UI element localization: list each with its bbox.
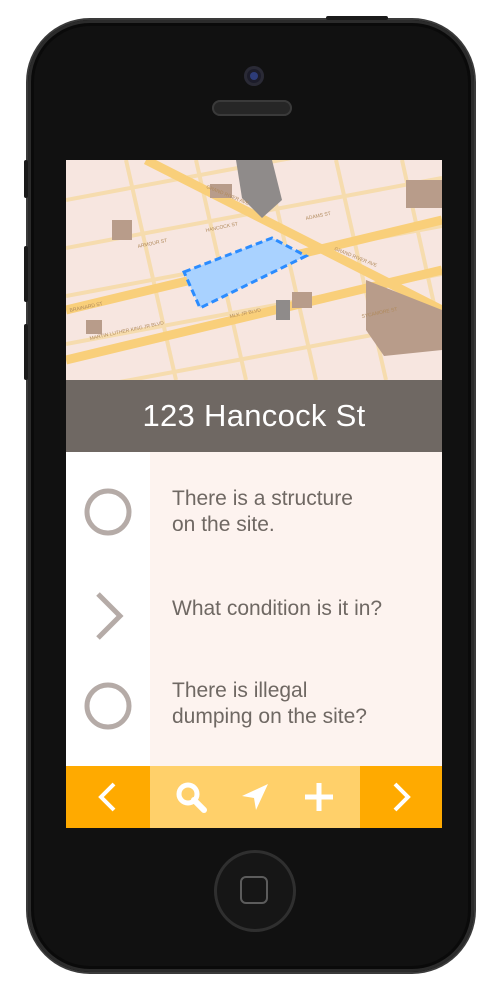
chevron-right-icon	[96, 592, 124, 640]
front-camera	[244, 66, 264, 86]
question-line: dumping on the site?	[172, 705, 367, 728]
question-text: There is illegal dumping on the site?	[172, 678, 412, 730]
home-square-icon	[240, 876, 268, 904]
bottom-toolbar	[66, 766, 442, 828]
power-button	[326, 16, 388, 20]
chevron-left-icon	[98, 782, 116, 812]
previous-button[interactable]	[66, 766, 150, 828]
question-row-dumping[interactable]: There is illegal dumping on the site?	[66, 652, 442, 756]
question-line: What condition is it in?	[172, 597, 383, 620]
search-icon	[176, 782, 207, 813]
circle-icon[interactable]	[80, 484, 136, 540]
parcel-map[interactable]: GRAND RIVER AVE ARMOUR ST BRAINARD ST MA…	[66, 160, 442, 380]
mute-switch	[24, 160, 28, 198]
question-line: There is illegal	[172, 679, 308, 702]
location-arrow-icon	[242, 784, 268, 810]
question-line: on the site.	[172, 513, 275, 536]
question-row-condition[interactable]: What condition is it in?	[66, 562, 442, 666]
question-line: There is a structure	[172, 487, 353, 510]
question-row-structure[interactable]: There is a structure on the site.	[66, 458, 442, 562]
app-screen: GRAND RIVER AVE ARMOUR ST BRAINARD ST MA…	[66, 160, 442, 828]
volume-up-button	[24, 246, 28, 302]
address-title: 123 Hancock St	[66, 380, 442, 452]
tool-group	[150, 766, 360, 828]
earpiece-speaker	[212, 100, 292, 116]
volume-down-button	[24, 324, 28, 380]
next-button[interactable]	[360, 766, 442, 828]
home-button[interactable]	[214, 850, 296, 932]
add-button[interactable]	[294, 774, 344, 820]
search-button[interactable]	[166, 774, 216, 820]
question-text: There is a structure on the site.	[172, 486, 412, 538]
chevron-right-icon	[393, 782, 411, 812]
circle-icon[interactable]	[80, 678, 136, 734]
plus-icon	[305, 783, 333, 811]
locate-button[interactable]	[230, 774, 280, 820]
question-list: There is a structure on the site. What c…	[66, 452, 442, 766]
question-text: What condition is it in?	[172, 596, 412, 622]
